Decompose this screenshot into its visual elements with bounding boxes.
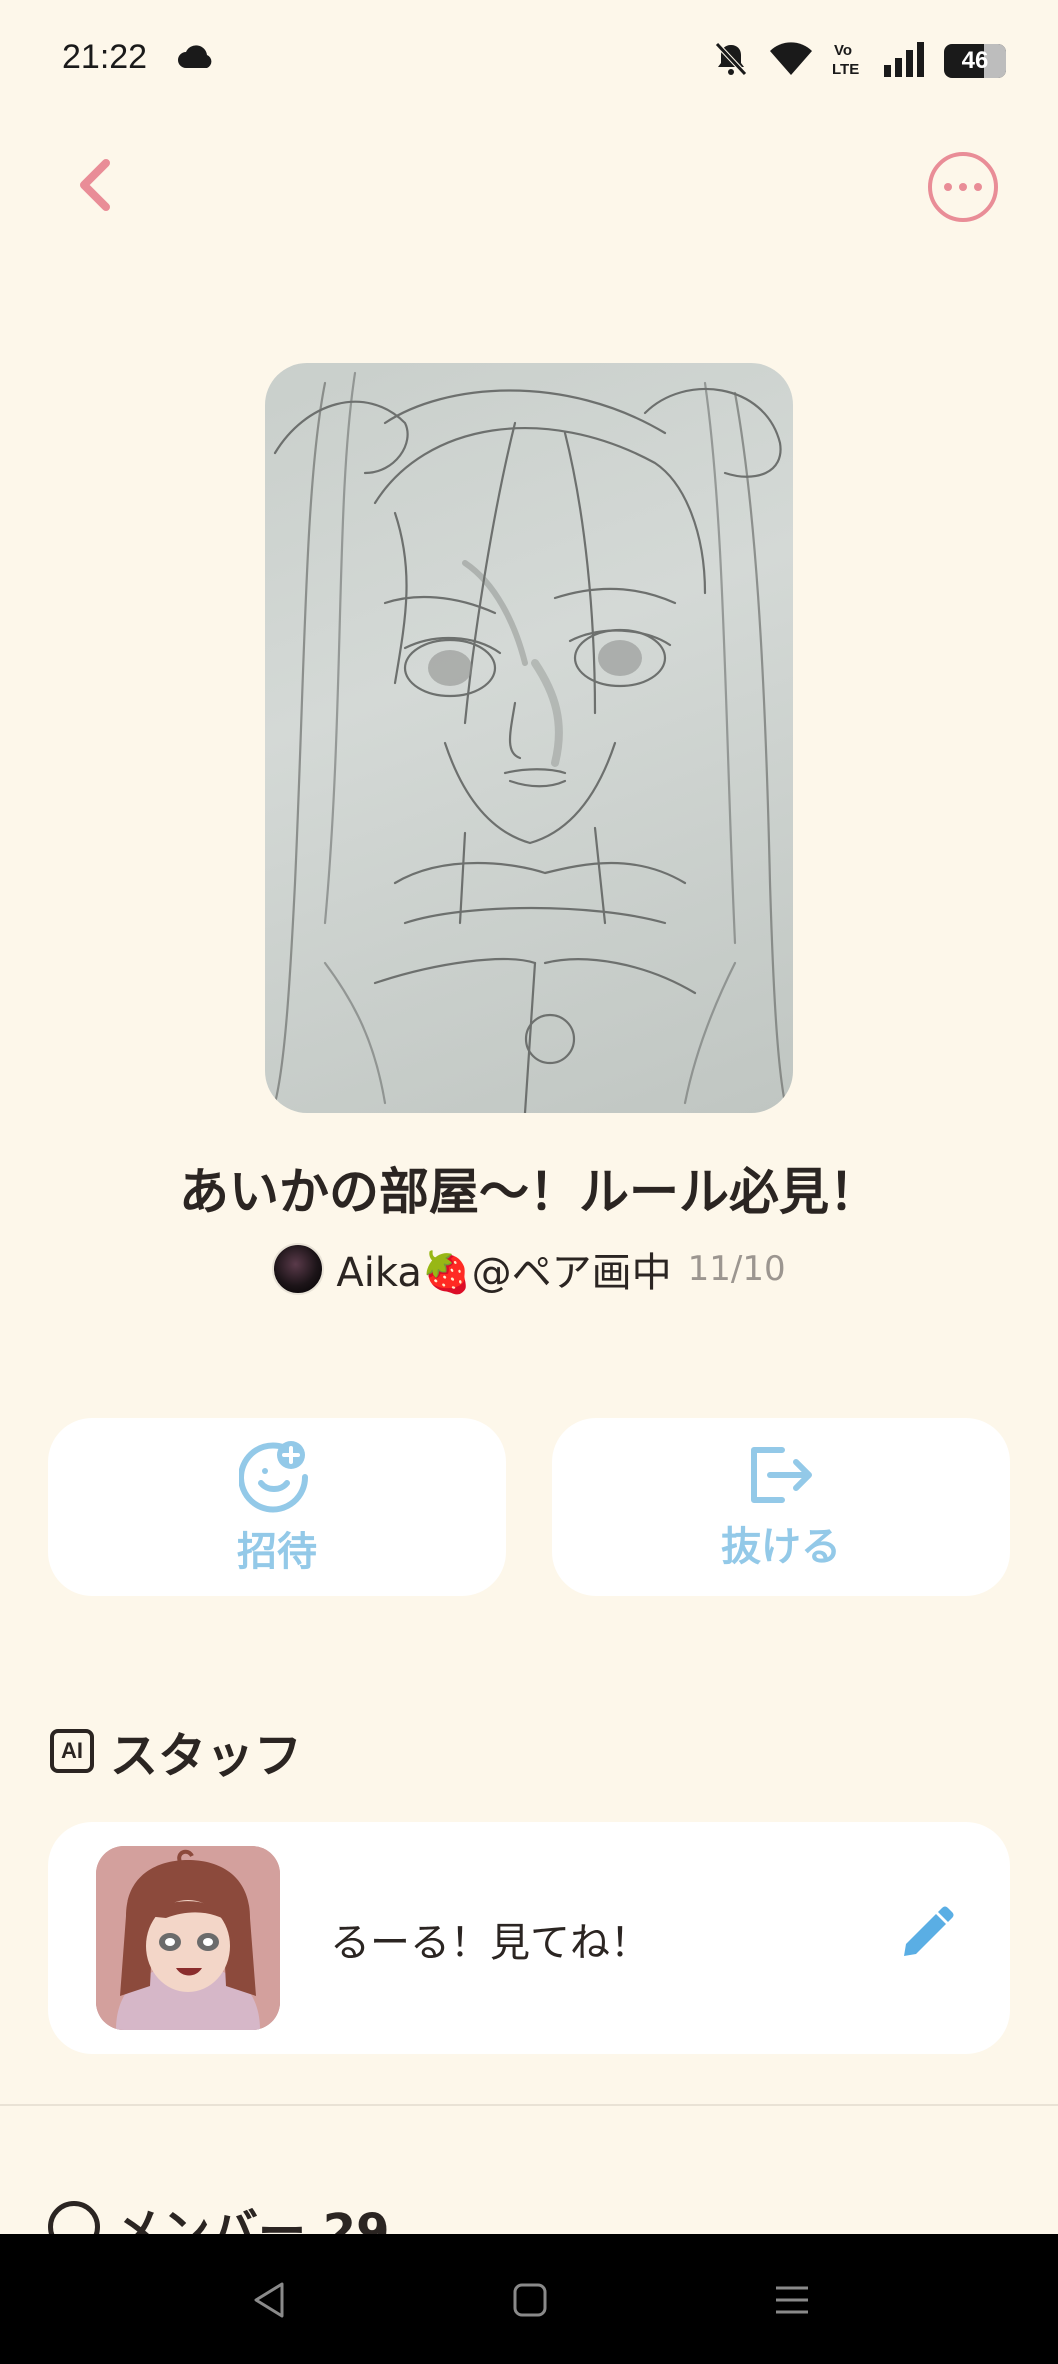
nav-home-button[interactable] [502,2272,558,2328]
owner-avatar[interactable] [272,1243,325,1295]
svg-text:Vo: Vo [834,42,852,59]
wifi-icon [768,41,814,81]
staff-message: るーる！見てね！ [330,1920,650,1966]
back-button[interactable] [66,154,126,220]
room-owner[interactable]: Aika🍓@ペア画中 11/10 [0,1240,1058,1298]
ai-badge-icon: AI [50,1729,94,1773]
leave-button[interactable]: 抜ける [552,1418,1010,1596]
invite-button[interactable]: 招待 [48,1418,506,1596]
status-icons: Vo LTE 46 [712,40,1006,82]
chevron-left-icon [76,157,116,217]
more-horizontal-icon [944,183,952,191]
staff-section-header: AI スタッフ [50,1716,302,1786]
owner-name[interactable]: Aika🍓@ペア画中 [336,1240,671,1298]
section-divider [0,2104,1058,2106]
leave-icon [746,1442,816,1512]
staff-section-title: スタッフ [110,1728,303,1784]
room-title: あいかの部屋〜！ルール必見！ [179,1163,879,1221]
battery-level: 46 [961,47,989,74]
more-button[interactable] [928,152,998,222]
bell-off-icon [712,40,750,82]
staff-avatar[interactable] [96,1846,280,2030]
nav-recents-button[interactable] [764,2272,820,2328]
invite-label: 招待 [237,1529,317,1575]
system-navigation-bar [0,2234,1058,2364]
status-time: 21:22 [62,38,148,76]
volte-icon: Vo LTE [832,40,864,82]
nav-back-button[interactable] [242,2272,298,2328]
pencil-icon[interactable] [896,1904,956,1968]
room-cover-image [265,363,793,1113]
battery-icon: 46 [944,44,1006,78]
leave-label: 抜ける [721,1524,841,1570]
staff-card[interactable]: るーる！見てね！ [48,1822,1010,2054]
svg-text:LTE: LTE [832,61,859,78]
cloud-icon [176,44,216,74]
signal-icon [882,41,926,81]
invite-add-icon [238,1437,315,1517]
room-date: 11/10 [687,1249,786,1289]
